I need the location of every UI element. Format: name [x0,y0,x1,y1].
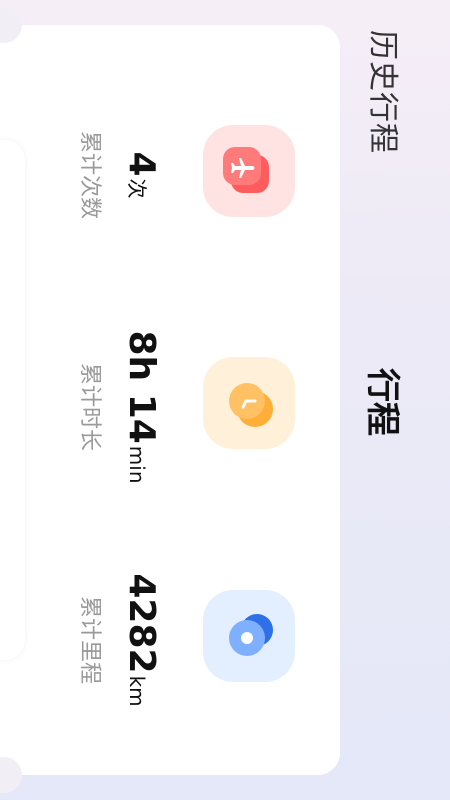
bottom-card [0,140,25,660]
stat-duration: 8h 14min 累计时长 [40,307,340,507]
stat-trip-count: 4次 累计次数 [40,75,340,275]
stat-label: 累计次数 [77,130,102,219]
location-icon [203,590,295,682]
stat-value: 4282km [121,573,162,707]
stat-distance: 4282km 累计里程 [40,540,340,740]
card-notch-left [0,7,22,43]
card-notch-right [0,757,22,793]
stat-value: 8h 14min [121,330,162,484]
stat-label: 累计时长 [77,362,102,451]
stats-card: 4次 累计次数 8h 14min 累计时长 4282km 累计里程 [0,7,340,793]
airplane-icon [203,125,295,217]
trip-screen: 历史行程 行程 4次 累计次数 8h 14min 累计时长 4282km 累计里… [0,0,450,800]
stat-label: 累计里程 [77,595,102,684]
page-title: 行程 [362,368,402,436]
stat-value: 4次 [121,151,162,199]
history-trips-link[interactable]: 历史行程 [364,30,408,154]
clock-icon [203,357,295,449]
